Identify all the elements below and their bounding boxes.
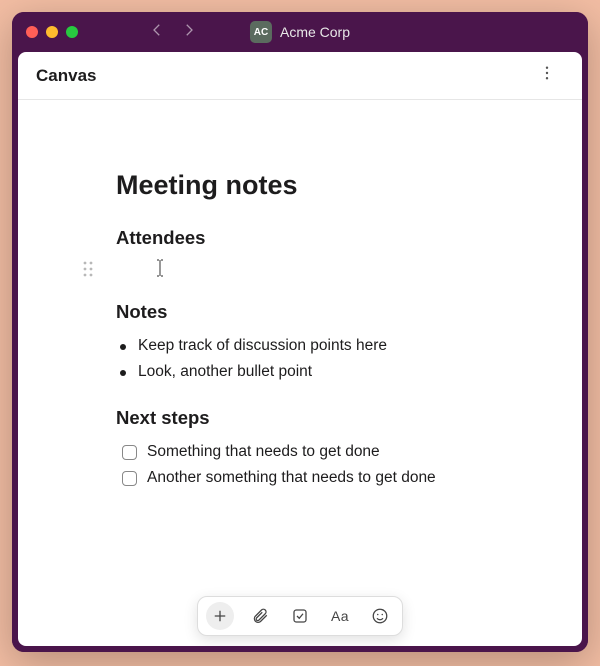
doc-title[interactable]: Meeting notes — [116, 170, 522, 201]
section-heading-attendees[interactable]: Attendees — [116, 227, 522, 249]
arrow-right-icon — [180, 21, 198, 39]
canvas-header-title: Canvas — [36, 66, 96, 86]
list-item[interactable]: Look, another bullet point — [138, 359, 522, 385]
insert-button[interactable] — [206, 602, 234, 630]
titlebar: AC Acme Corp — [12, 12, 588, 52]
section-heading-next-steps[interactable]: Next steps — [116, 407, 522, 429]
text-format-button[interactable]: Aa — [326, 602, 354, 630]
checklist-button[interactable] — [286, 602, 314, 630]
history-nav — [148, 21, 198, 44]
paperclip-icon — [251, 607, 269, 625]
attach-button[interactable] — [246, 602, 274, 630]
arrow-left-icon — [148, 21, 166, 39]
more-options-button[interactable] — [530, 60, 564, 91]
canvas-header: Canvas — [18, 52, 582, 100]
document-area[interactable]: Meeting notes Attendees — [18, 100, 582, 646]
kebab-icon — [538, 64, 556, 82]
checkbox[interactable] — [122, 445, 137, 460]
document: Meeting notes Attendees — [18, 100, 582, 571]
insert-toolbar: Aa — [197, 596, 403, 636]
next-steps-list: Something that needs to get done Another… — [116, 439, 522, 491]
plus-icon — [211, 607, 229, 625]
checklist-item-text[interactable]: Another something that needs to get done — [147, 469, 436, 487]
workspace-name: Acme Corp — [280, 24, 350, 40]
checkbox[interactable] — [122, 471, 137, 486]
maximize-window-button[interactable] — [66, 26, 78, 38]
text-caret-icon — [156, 259, 164, 282]
section-heading-notes[interactable]: Notes — [116, 301, 522, 323]
checkbox-icon — [291, 607, 309, 625]
app-window: AC Acme Corp Canvas Meeting notes Att — [12, 12, 588, 652]
checklist-item[interactable]: Something that needs to get done — [122, 439, 522, 465]
emoji-button[interactable] — [366, 602, 394, 630]
drag-handle-icon — [82, 261, 94, 277]
window-controls — [26, 26, 78, 38]
notes-list: Keep track of discussion points here Loo… — [116, 333, 522, 385]
smile-icon — [371, 607, 389, 625]
close-window-button[interactable] — [26, 26, 38, 38]
attendees-editor-line[interactable] — [116, 259, 522, 279]
workspace-switcher[interactable]: AC Acme Corp — [250, 21, 350, 43]
drag-handle[interactable] — [82, 261, 96, 277]
list-item[interactable]: Keep track of discussion points here — [138, 333, 522, 359]
workspace-logo: AC — [250, 21, 272, 43]
back-button[interactable] — [148, 21, 166, 44]
text-format-icon: Aa — [331, 608, 349, 624]
content-frame: Canvas Meeting notes Attendees — [12, 52, 588, 652]
checklist-item[interactable]: Another something that needs to get done — [122, 465, 522, 491]
checklist-item-text[interactable]: Something that needs to get done — [147, 443, 380, 461]
minimize-window-button[interactable] — [46, 26, 58, 38]
forward-button[interactable] — [180, 21, 198, 44]
canvas-pane: Canvas Meeting notes Attendees — [18, 52, 582, 646]
